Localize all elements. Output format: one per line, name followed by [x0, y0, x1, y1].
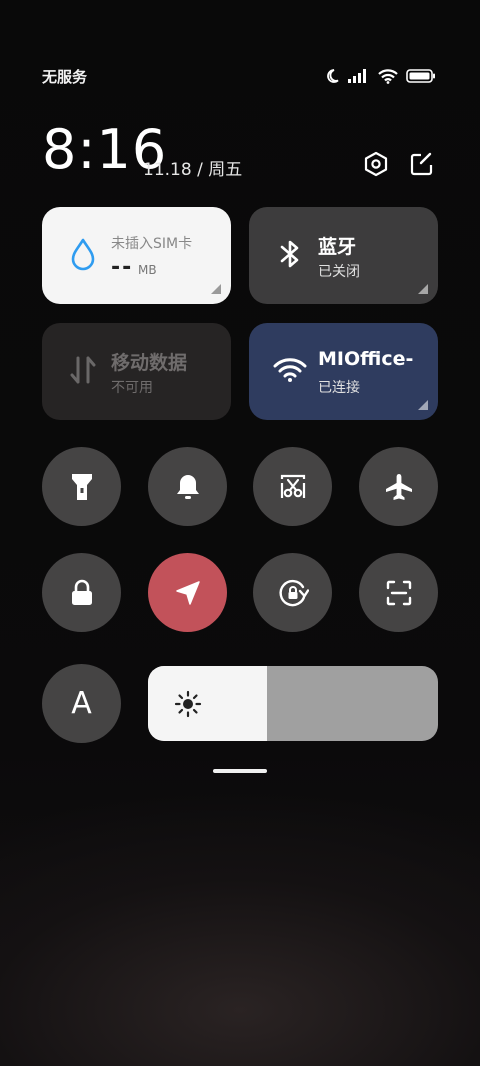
lock-screen-toggle[interactable]: [42, 553, 121, 632]
sun-icon: [174, 690, 202, 718]
home-indicator[interactable]: [213, 769, 267, 773]
flashlight-toggle[interactable]: [42, 447, 121, 526]
date: 11.18 / 周五: [143, 160, 243, 180]
data-usage-unit: MB: [138, 263, 157, 277]
flashlight-icon: [71, 473, 92, 500]
water-drop-icon: [66, 237, 100, 271]
location-toggle[interactable]: [148, 553, 227, 632]
bluetooth-status: 已关闭: [318, 264, 360, 280]
bluetooth-tile[interactable]: 蓝牙 已关闭: [249, 207, 438, 304]
data-usage-title: 未插入SIM卡: [111, 236, 193, 252]
battery-icon: [406, 69, 435, 83]
auto-brightness-label: A: [71, 686, 92, 721]
mobile-data-status: 不可用: [111, 380, 153, 396]
wifi-status-icon: [378, 68, 398, 84]
wifi-icon: [273, 353, 307, 387]
scanner-toggle[interactable]: [359, 553, 438, 632]
settings-icon: [364, 151, 388, 177]
lock-icon: [71, 579, 92, 605]
edit-icon: [410, 152, 433, 176]
carrier-status: 无服务: [42, 68, 88, 86]
wifi-tile[interactable]: MIOffice- 已连接: [249, 323, 438, 420]
bluetooth-icon: [273, 237, 307, 271]
bell-icon: [176, 474, 199, 499]
moon-icon: [327, 69, 339, 83]
wifi-network-name: MIOffice-: [318, 348, 414, 370]
brightness-slider[interactable]: [148, 666, 438, 741]
data-usage-tile[interactable]: 未插入SIM卡 -- MB: [42, 207, 231, 304]
ringer-toggle[interactable]: [148, 447, 227, 526]
scan-icon: [386, 580, 411, 605]
bluetooth-title: 蓝牙: [318, 236, 357, 258]
expand-corner-icon: [418, 400, 428, 410]
mobile-data-icon: [66, 353, 100, 387]
screenshot-toggle[interactable]: [253, 447, 332, 526]
data-usage-value: --: [111, 255, 134, 280]
settings-button[interactable]: [360, 148, 392, 180]
edit-button[interactable]: [406, 148, 438, 180]
mobile-data-title: 移动数据: [111, 352, 188, 374]
expand-corner-icon: [418, 284, 428, 294]
location-arrow-icon: [175, 580, 200, 605]
scissors-icon: [280, 474, 305, 498]
signal-icon: [348, 69, 366, 83]
rotation-lock-toggle[interactable]: [253, 553, 332, 632]
airplane-icon: [385, 473, 412, 500]
status-icons: [324, 66, 436, 86]
airplane-mode-toggle[interactable]: [359, 447, 438, 526]
wifi-status: 已连接: [318, 380, 360, 396]
brightness-slider-fill: [148, 666, 267, 741]
mobile-data-tile[interactable]: 移动数据 不可用: [42, 323, 231, 420]
auto-brightness-button[interactable]: A: [42, 664, 121, 743]
expand-corner-icon: [211, 284, 221, 294]
rotation-lock-icon: [278, 579, 309, 606]
